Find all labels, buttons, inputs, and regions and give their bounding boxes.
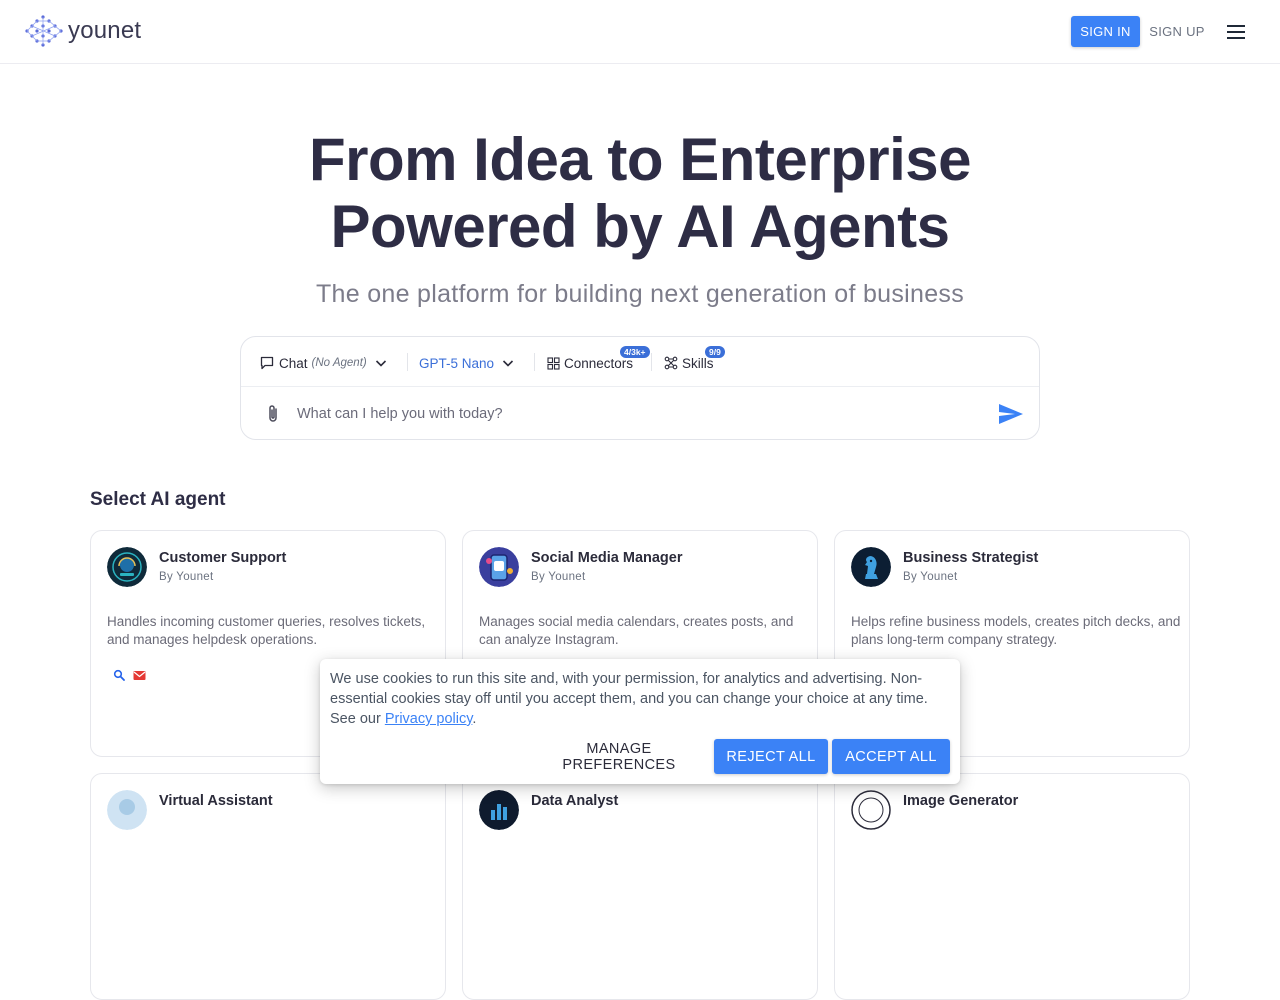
agent-avatar <box>851 547 891 587</box>
agent-description: Handles incoming customer queries, resol… <box>107 614 426 647</box>
agent-avatar <box>479 547 519 587</box>
skills-icon <box>664 356 678 370</box>
hero-title-line2: Powered by AI Agents <box>330 193 950 260</box>
model-label: GPT-5 Nano <box>419 355 495 371</box>
chat-mode-select[interactable]: Chat (No Agent) <box>259 353 389 373</box>
agent-card-image-generator[interactable]: Image Generator <box>834 773 1190 1000</box>
agent-author: By Younet <box>903 571 958 583</box>
top-navbar: younet SIGN IN SIGN UP <box>0 0 1280 64</box>
logo[interactable]: younet <box>24 14 141 48</box>
send-icon[interactable] <box>997 401 1025 427</box>
chevron-down-icon <box>375 360 386 367</box>
toolbar-divider <box>534 353 535 371</box>
paperclip-icon[interactable] <box>263 403 283 425</box>
toolbar-divider <box>651 353 652 371</box>
logo-icon <box>25 15 63 47</box>
search-icon <box>113 669 125 681</box>
grid-icon <box>547 356 560 370</box>
toolbar-divider <box>407 353 408 371</box>
chevron-down-icon <box>502 360 514 367</box>
cookie-tail: . <box>472 711 477 727</box>
agent-title: Image Generator <box>903 793 1019 809</box>
agent-description: Helps refine business models, creates pi… <box>851 614 1181 647</box>
chat-input[interactable] <box>297 403 977 425</box>
hero-subtitle: The one platform for building next gener… <box>315 280 965 308</box>
agent-card-data-analyst[interactable]: Data Analyst <box>462 773 818 1000</box>
hamburger-menu-icon[interactable] <box>1222 18 1250 46</box>
agent-title: Social Media Manager <box>531 550 683 566</box>
sign-in-button[interactable]: SIGN IN <box>1071 16 1140 47</box>
agent-author: By Younet <box>159 571 214 583</box>
sign-up-link[interactable]: SIGN UP <box>1144 16 1210 47</box>
agent-title: Customer Support <box>159 550 287 566</box>
connectors-button[interactable]: Connectors <box>547 353 633 373</box>
agent-card-virtual-assistant[interactable]: Virtual Assistant <box>90 773 446 1000</box>
cookie-consent-banner: We use cookies to run this site and, wit… <box>320 659 960 784</box>
agent-title: Virtual Assistant <box>159 793 273 809</box>
model-select[interactable]: GPT-5 Nano <box>419 353 516 373</box>
hero-title-line1: From Idea to Enterprise <box>309 126 971 193</box>
agent-avatar <box>107 547 147 587</box>
section-title: Select AI agent <box>90 489 226 510</box>
agent-title: Business Strategist <box>903 550 1039 566</box>
chat-composer: Chat (No Agent) GPT-5 Nano Connectors 4/… <box>240 336 1040 440</box>
agent-tools <box>113 669 146 681</box>
hero-title: From Idea to Enterprise Powered by AI Ag… <box>0 126 1280 260</box>
cookie-text: We use cookies to run this site and, wit… <box>330 669 954 729</box>
accept-all-button[interactable]: ACCEPT ALL <box>832 739 950 774</box>
chat-bubble-icon <box>260 356 274 370</box>
connectors-badge: 4/3k+ <box>620 346 650 358</box>
chat-mode-label: Chat <box>279 355 308 371</box>
agent-title: Data Analyst <box>531 793 619 809</box>
reject-all-button[interactable]: REJECT ALL <box>714 739 828 774</box>
mail-icon <box>133 670 146 680</box>
privacy-policy-link[interactable]: Privacy policy <box>385 711 473 727</box>
logo-text: younet <box>68 17 142 44</box>
manage-preferences-button[interactable]: MANAGE PREFERENCES <box>534 739 704 774</box>
skills-badge: 9/9 <box>705 346 725 358</box>
agent-author: By Younet <box>531 571 586 583</box>
chat-toolbar: Chat (No Agent) GPT-5 Nano Connectors 4/… <box>241 337 1039 387</box>
agent-avatar <box>107 790 147 830</box>
agent-avatar <box>479 790 519 830</box>
chat-mode-agent: (No Agent) <box>311 357 367 369</box>
agent-description: Manages social media calendars, creates … <box>479 614 794 647</box>
agent-avatar <box>851 790 891 830</box>
connectors-label: Connectors <box>564 355 634 371</box>
